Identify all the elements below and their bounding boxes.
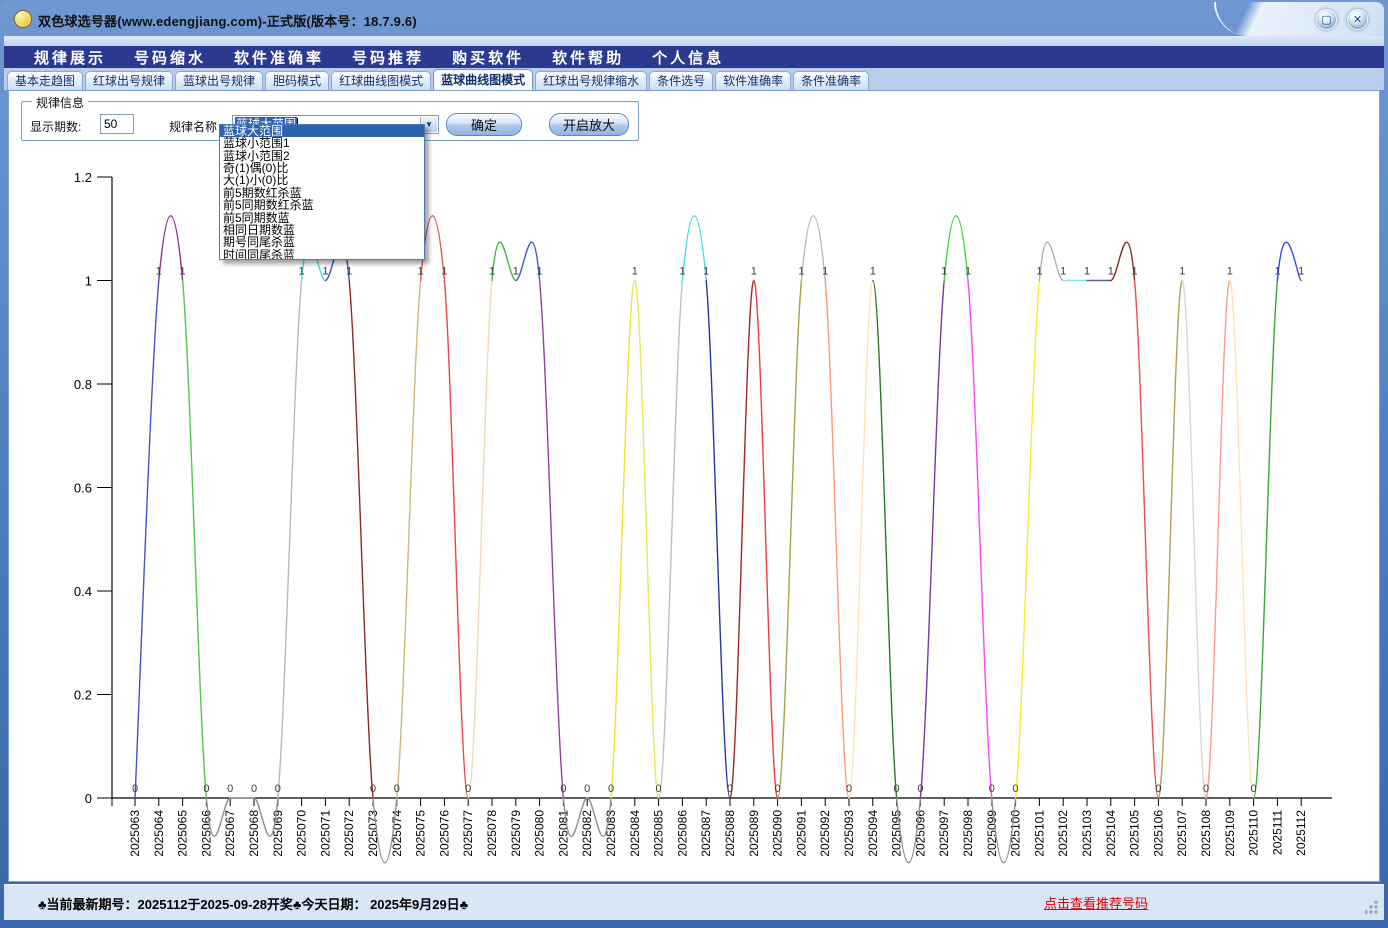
tab-2[interactable]: 蓝球出号规律 <box>175 71 263 90</box>
menu-item-5[interactable]: 软件帮助 <box>538 47 638 68</box>
zoom-toggle-button[interactable]: 开启放大 <box>549 113 629 136</box>
chevron-down-icon: ▼ <box>425 120 433 129</box>
menu-bar: 规律展示号码缩水软件准确率号码推荐购买软件软件帮助个人信息 <box>4 46 1384 68</box>
rule-name-label: 规律名称 <box>169 118 217 135</box>
app-icon <box>14 10 32 28</box>
dropdown-option-9[interactable]: 期号同尾杀蓝 <box>220 236 424 248</box>
dropdown-option-10[interactable]: 时间同尾杀蓝 <box>220 249 424 260</box>
menu-item-6[interactable]: 个人信息 <box>638 47 738 68</box>
close-button[interactable]: ✕ <box>1347 9 1368 30</box>
title-bar: 双色球选号器(www.edengjiang.com)-正式版(版本号：18.7.… <box>4 2 1384 36</box>
status-text: ♣当前最新期号：2025112于2025-09-28开奖♣今天日期： 2025年… <box>38 894 468 913</box>
tab-4[interactable]: 红球曲线图模式 <box>331 71 431 90</box>
menu-item-4[interactable]: 购买软件 <box>438 47 538 68</box>
resize-grip <box>1365 901 1378 914</box>
menu-item-3[interactable]: 号码推荐 <box>338 47 438 68</box>
confirm-button[interactable]: 确定 <box>446 113 522 136</box>
tab-5[interactable]: 蓝球曲线图模式 <box>433 69 533 90</box>
periods-label: 显示期数: <box>30 118 81 135</box>
titlebar-lower-strip <box>4 36 1384 46</box>
tab-7[interactable]: 条件选号 <box>649 71 713 90</box>
maximize-button[interactable]: ▢ <box>1316 9 1337 30</box>
menu-item-2[interactable]: 软件准确率 <box>220 47 338 68</box>
window-title: 双色球选号器(www.edengjiang.com)-正式版(版本号：18.7.… <box>38 11 417 30</box>
window-controls: ▢ ✕ <box>1316 9 1368 30</box>
dropdown-option-4[interactable]: 大(1)小(0)比 <box>220 174 424 186</box>
dropdown-option-1[interactable]: 蓝球小范围1 <box>220 137 424 149</box>
tab-3[interactable]: 胆码模式 <box>265 71 329 90</box>
periods-input[interactable] <box>100 114 134 134</box>
tab-6[interactable]: 红球出号规律缩水 <box>535 71 647 90</box>
tab-9[interactable]: 条件准确率 <box>793 71 869 90</box>
status-bar: ♣当前最新期号：2025112于2025-09-28开奖♣今天日期： 2025年… <box>4 884 1384 920</box>
maximize-icon: ▢ <box>1321 13 1331 26</box>
dropdown-option-6[interactable]: 前5同期数红杀蓝 <box>220 199 424 211</box>
rule-name-dropdown-list: 蓝球大范围蓝球小范围1蓝球小范围2奇(1)偶(0)比大(1)小(0)比前5期数红… <box>219 124 425 260</box>
close-icon: ✕ <box>1353 13 1362 26</box>
window-frame: 双色球选号器(www.edengjiang.com)-正式版(版本号：18.7.… <box>0 0 1388 928</box>
tab-1[interactable]: 红球出号规律 <box>85 71 173 90</box>
content-panel: 规律信息 显示期数: 规律名称 蓝球大范围 ▼ 确定 开启放大 蓝球大范围蓝球小… <box>8 90 1380 882</box>
tab-8[interactable]: 软件准确率 <box>715 71 791 90</box>
recommend-link[interactable]: 点击查看推荐号码 <box>1044 893 1148 912</box>
menu-item-1[interactable]: 号码缩水 <box>120 47 220 68</box>
tab-0[interactable]: 基本走趋图 <box>7 71 83 90</box>
rule-info-group-title: 规律信息 <box>32 94 88 111</box>
menu-item-0[interactable]: 规律展示 <box>20 47 120 68</box>
tab-bar: 基本走趋图红球出号规律蓝球出号规律胆码模式红球曲线图模式蓝球曲线图模式红球出号规… <box>4 68 1384 90</box>
